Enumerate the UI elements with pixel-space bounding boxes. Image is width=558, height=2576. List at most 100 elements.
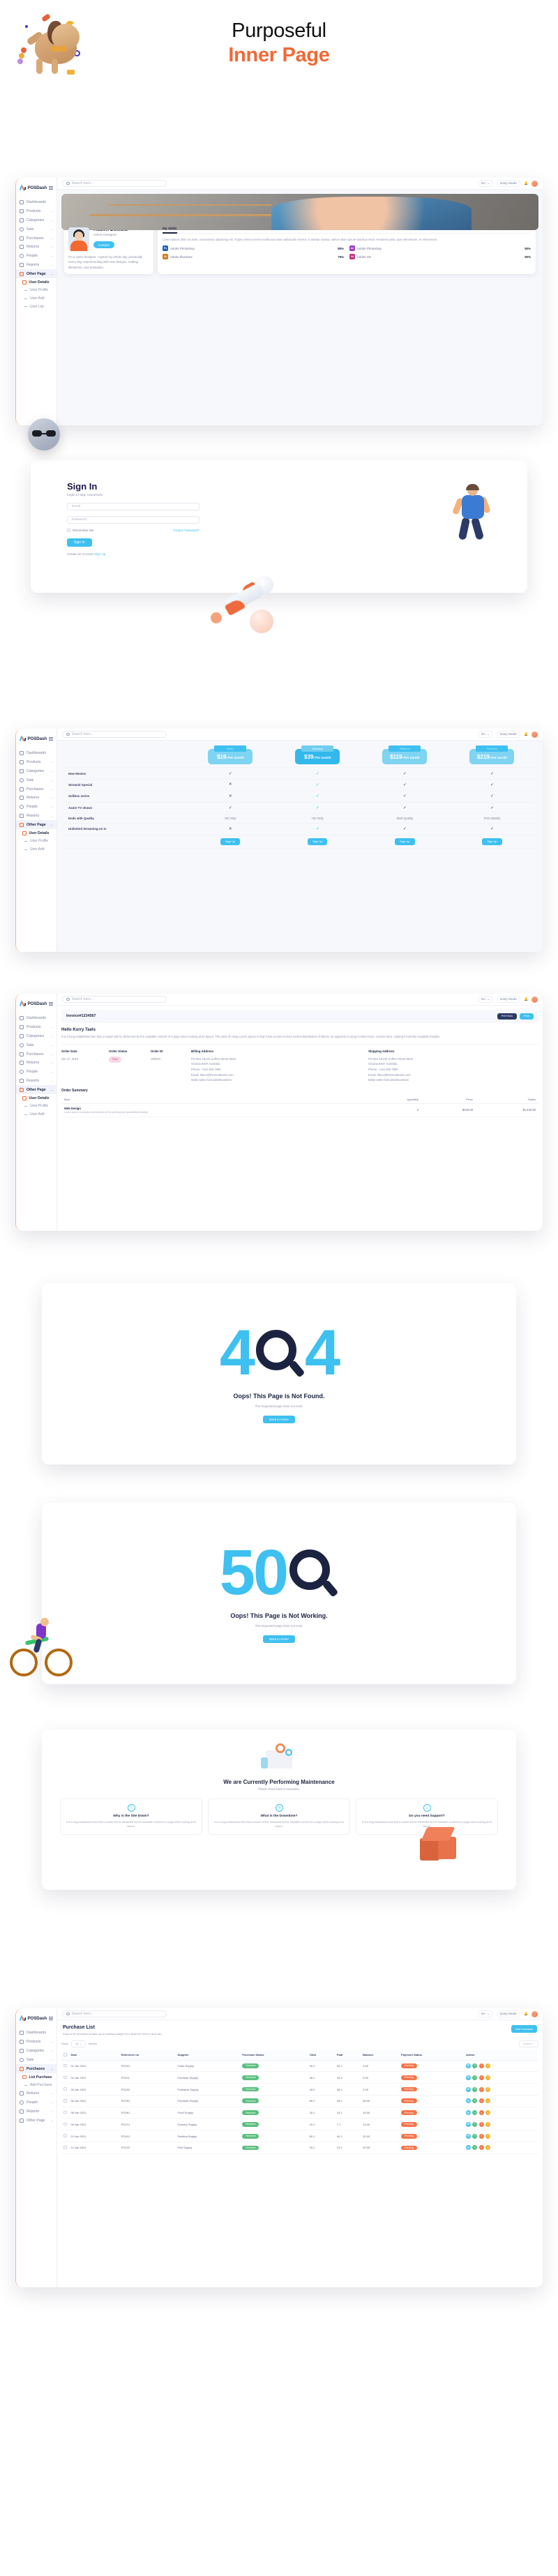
tab-my-skills[interactable]: My Skills bbox=[163, 227, 177, 234]
edit-action-icon[interactable]: ✎ bbox=[472, 2086, 478, 2092]
view-action-icon[interactable]: 👁 bbox=[465, 2145, 471, 2151]
sidebar-item-sale[interactable]: Sale ⌄ bbox=[16, 2055, 56, 2064]
row-checkbox[interactable] bbox=[63, 2063, 67, 2068]
status-badge[interactable]: Easy Mode bbox=[497, 180, 521, 187]
delete-action-icon[interactable]: ✕ bbox=[478, 2133, 484, 2139]
signup-button[interactable]: Sign Up bbox=[395, 838, 415, 845]
sidebar-item-people[interactable]: People ⌄ bbox=[16, 252, 56, 261]
sidebar-subitem-user-list[interactable]: User List bbox=[16, 303, 56, 311]
sidebar-item-products[interactable]: Products ⌄ bbox=[16, 1023, 56, 1032]
sidebar-subitem-user-profile[interactable]: User Profile bbox=[16, 1103, 56, 1111]
print-action-icon[interactable]: ⎙ bbox=[485, 2110, 491, 2116]
view-action-icon[interactable]: 👁 bbox=[465, 2133, 471, 2139]
back-to-home-button[interactable]: Back to Home bbox=[263, 1416, 295, 1424]
sidebar-item-other-page[interactable]: Other Page ⌄ bbox=[16, 269, 56, 279]
show-entries-select[interactable]: 10 ⌄ bbox=[71, 2040, 86, 2048]
signin-button[interactable]: Sign In bbox=[67, 538, 92, 547]
sidebar-item-other-page[interactable]: Other Page ⌄ bbox=[16, 1085, 56, 1095]
edit-action-icon[interactable]: ✎ bbox=[472, 2145, 478, 2151]
view-action-icon[interactable]: 👁 bbox=[465, 2063, 471, 2068]
sidebar-item-sale[interactable]: Sale ⌄ bbox=[16, 225, 56, 234]
sidebar-item-reports[interactable]: Reports ⌄ bbox=[16, 2107, 56, 2116]
sidebar-item-categories[interactable]: Categories ⌄ bbox=[16, 216, 56, 225]
hamburger-icon[interactable] bbox=[49, 185, 53, 190]
sidebar-subitem-add-purchase[interactable]: Add Purchase bbox=[16, 2082, 56, 2090]
signup-button[interactable]: Sign Up bbox=[220, 838, 241, 845]
delete-action-icon[interactable]: ✕ bbox=[478, 2063, 484, 2068]
delete-action-icon[interactable]: ✕ bbox=[478, 2086, 484, 2092]
search-input[interactable]: Search here... bbox=[62, 731, 167, 738]
add-purchase-button[interactable]: Add Purchase bbox=[511, 2025, 537, 2033]
bell-icon[interactable]: 🔔 bbox=[524, 733, 528, 736]
print-now-button[interactable]: Print Now bbox=[497, 1013, 518, 1020]
plan-premium[interactable]: Premium $219/ Per month bbox=[469, 745, 515, 765]
email-field[interactable]: Email bbox=[67, 503, 199, 510]
sidebar-subitem-user-details[interactable]: User Details bbox=[16, 1094, 56, 1103]
avatar[interactable] bbox=[531, 2010, 538, 2017]
sidebar-item-returns[interactable]: Returns ⌄ bbox=[16, 1059, 56, 1068]
avatar[interactable] bbox=[531, 731, 538, 738]
delete-action-icon[interactable]: ✕ bbox=[478, 2121, 484, 2127]
bell-icon[interactable]: 🔔 bbox=[524, 182, 528, 185]
sidebar-subitem-user-profile[interactable]: User Profile bbox=[16, 838, 56, 846]
edit-action-icon[interactable]: ✎ bbox=[472, 2121, 478, 2127]
sidebar-subitem-user-add[interactable]: User Add bbox=[16, 1110, 56, 1119]
sidebar-item-purchases[interactable]: Purchases ⌄ bbox=[16, 2064, 56, 2073]
sidebar-item-products[interactable]: Products ⌄ bbox=[16, 207, 56, 216]
hamburger-icon[interactable] bbox=[49, 736, 53, 741]
view-action-icon[interactable]: 👁 bbox=[465, 2110, 471, 2116]
bell-icon[interactable]: 🔔 bbox=[524, 998, 528, 1001]
row-checkbox[interactable] bbox=[63, 2099, 67, 2103]
sidebar-item-reports[interactable]: Reports ⌄ bbox=[16, 811, 56, 820]
select-all-checkbox[interactable] bbox=[63, 2053, 67, 2056]
brand[interactable]: POSDash bbox=[16, 998, 56, 1013]
contact-button[interactable]: Contact bbox=[93, 241, 114, 248]
print-action-icon[interactable]: ⎙ bbox=[485, 2133, 491, 2139]
row-checkbox[interactable] bbox=[63, 2122, 67, 2126]
sidebar-item-dashboards[interactable]: Dashboards bbox=[16, 749, 56, 758]
language-selector[interactable]: En ⌄ bbox=[478, 180, 494, 187]
sidebar-item-returns[interactable]: Returns ⌄ bbox=[16, 243, 56, 252]
sidebar-item-reports[interactable]: Reports ⌄ bbox=[16, 260, 56, 269]
sidebar-item-categories[interactable]: Categories ⌄ bbox=[16, 1032, 56, 1041]
print-action-icon[interactable]: ⎙ bbox=[485, 2121, 491, 2127]
hamburger-icon[interactable] bbox=[49, 2016, 53, 2021]
sidebar-item-purchases[interactable]: Purchases ⌄ bbox=[16, 1050, 56, 1059]
avatar[interactable] bbox=[531, 180, 538, 187]
print-button[interactable]: Print bbox=[520, 1013, 534, 1020]
print-action-icon[interactable]: ⎙ bbox=[485, 2063, 491, 2068]
avatar[interactable] bbox=[531, 996, 538, 1003]
sidebar-item-returns[interactable]: Returns ⌄ bbox=[16, 2089, 56, 2098]
language-selector[interactable]: En ⌄ bbox=[478, 2010, 494, 2017]
row-checkbox[interactable] bbox=[63, 2146, 67, 2149]
sidebar-item-purchases[interactable]: Purchases ⌄ bbox=[16, 785, 56, 794]
edit-action-icon[interactable]: ✎ bbox=[472, 2063, 478, 2068]
forgot-password-link[interactable]: Forgot Password? bbox=[174, 529, 199, 532]
sidebar-item-returns[interactable]: Returns ⌄ bbox=[16, 794, 56, 803]
print-action-icon[interactable]: ⎙ bbox=[485, 2145, 491, 2151]
edit-action-icon[interactable]: ✎ bbox=[472, 2133, 478, 2139]
print-action-icon[interactable]: ⎙ bbox=[485, 2075, 491, 2080]
row-checkbox[interactable] bbox=[63, 2110, 67, 2114]
plan-standard[interactable]: Standard $39/ Per month bbox=[295, 745, 340, 765]
status-badge[interactable]: Easy Mode bbox=[497, 2010, 521, 2017]
brand[interactable]: POSDash bbox=[16, 733, 56, 748]
sidebar-item-people[interactable]: People ⌄ bbox=[16, 1068, 56, 1077]
delete-action-icon[interactable]: ✕ bbox=[478, 2075, 484, 2080]
sidebar-subitem-list-purchase[interactable]: List Purchase bbox=[16, 2073, 56, 2082]
edit-action-icon[interactable]: ✎ bbox=[472, 2075, 478, 2080]
print-action-icon[interactable]: ⎙ bbox=[485, 2086, 491, 2092]
hamburger-icon[interactable] bbox=[49, 1001, 53, 1006]
sidebar-item-people[interactable]: People ⌄ bbox=[16, 2098, 56, 2107]
brand[interactable]: POSDash bbox=[16, 2013, 56, 2027]
sidebar-item-categories[interactable]: Categories ⌄ bbox=[16, 2047, 56, 2056]
brand[interactable]: POSDash bbox=[16, 182, 56, 197]
delete-action-icon[interactable]: ✕ bbox=[478, 2110, 484, 2116]
plan-basic[interactable]: Basic $19/ Per month bbox=[208, 745, 253, 765]
status-badge[interactable]: Easy Mode bbox=[497, 731, 521, 738]
view-action-icon[interactable]: 👁 bbox=[465, 2098, 471, 2104]
sidebar-item-people[interactable]: People ⌄ bbox=[16, 803, 56, 812]
edit-action-icon[interactable]: ✎ bbox=[472, 2110, 478, 2116]
search-input[interactable]: Search here... bbox=[62, 180, 167, 187]
delete-action-icon[interactable]: ✕ bbox=[478, 2145, 484, 2151]
